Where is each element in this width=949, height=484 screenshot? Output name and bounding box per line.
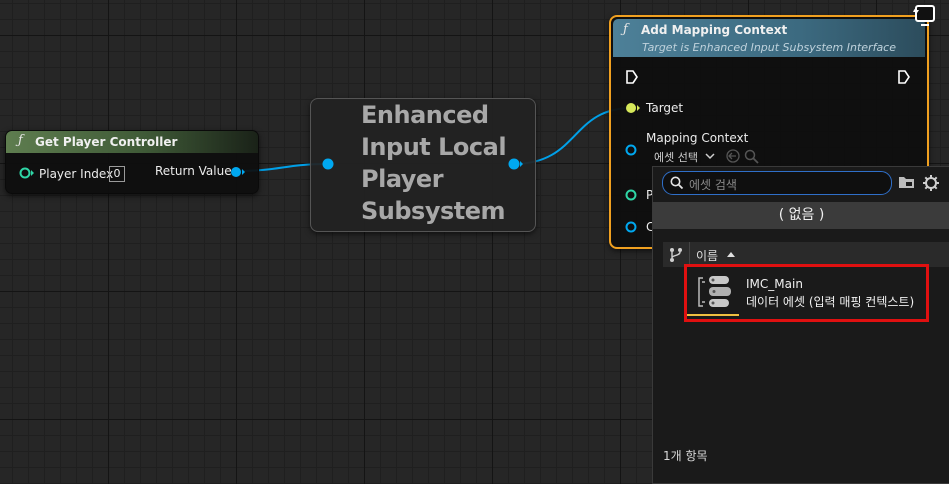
function-icon: ƒ (18, 133, 23, 148)
subsystem-title: Enhanced Input Local Player Subsystem (361, 101, 507, 225)
search-input[interactable]: 에셋 검색 (662, 171, 892, 195)
player-index-pin[interactable] (19, 167, 35, 179)
settings-gear-icon[interactable] (922, 174, 940, 192)
highlight-box (684, 264, 929, 322)
node-title: Add Mapping Context (641, 23, 788, 37)
search-placeholder: 에셋 검색 (689, 178, 737, 192)
asset-picker-popup[interactable]: 에셋 검색 ( 없음 ) 이름 IMC_Main 데이터 에셋 (입력 매핑 컨… (652, 166, 949, 484)
return-value-label: Return Value (155, 164, 232, 178)
player-index-input[interactable]: 0 (109, 166, 125, 182)
subsystem-input-pin[interactable] (321, 157, 337, 171)
target-pin[interactable] (625, 102, 641, 114)
exec-in-pin[interactable] (625, 69, 639, 85)
enhanced-input-subsystem-node[interactable]: Enhanced Input Local Player Subsystem (310, 98, 536, 232)
player-index-label: Player Index (39, 167, 114, 181)
asset-select-dropdown[interactable]: 에셋 선택 (654, 149, 698, 165)
browse-asset-icon[interactable] (744, 149, 760, 165)
get-player-controller-node[interactable]: ƒ Get Player Controller Player Index 0 R… (5, 130, 259, 194)
search-icon (670, 176, 684, 190)
item-count: 1개 항목 (663, 449, 708, 463)
priority-pin[interactable] (625, 189, 641, 201)
sort-ascending-icon[interactable] (727, 251, 735, 257)
monitor-icon[interactable] (911, 4, 937, 28)
node-title: Get Player Controller (35, 135, 178, 149)
sort-column-name[interactable]: 이름 (696, 247, 718, 264)
mapping-context-label: Mapping Context (646, 131, 749, 145)
subsystem-output-pin[interactable] (507, 157, 525, 171)
node-subtitle: Target is Enhanced Input Subsystem Inter… (642, 41, 896, 54)
return-value-pin[interactable] (230, 166, 246, 178)
options-pin[interactable] (625, 221, 641, 233)
branch-icon[interactable] (669, 247, 683, 263)
function-icon: ƒ (623, 22, 628, 37)
exec-out-pin[interactable] (897, 69, 911, 85)
chevron-down-icon[interactable] (705, 152, 715, 160)
none-option[interactable]: ( 없음 ) (653, 202, 949, 229)
use-selected-asset-icon[interactable] (726, 149, 742, 165)
target-label: Target (646, 101, 684, 115)
mapping-context-pin[interactable] (625, 144, 641, 156)
folder-icon[interactable] (898, 175, 916, 189)
